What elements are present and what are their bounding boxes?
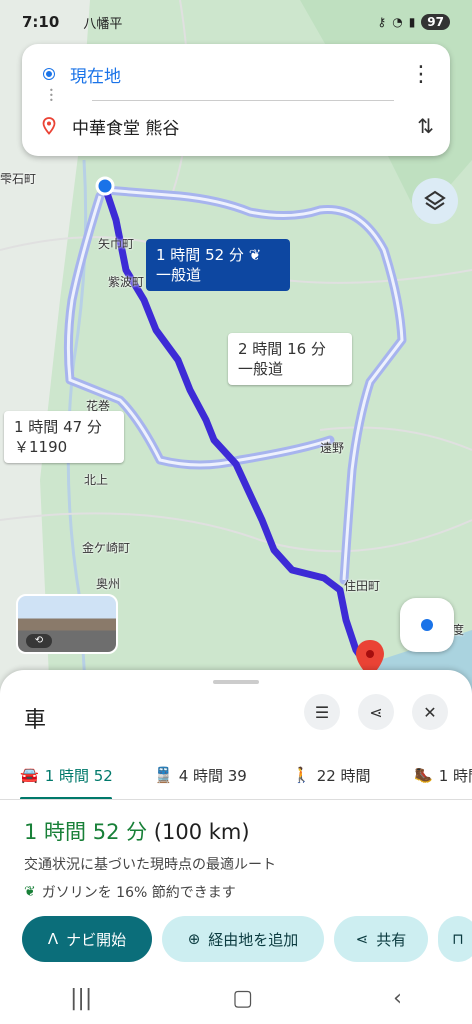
navigation-arrow-icon: Λ — [47, 930, 59, 948]
recent-apps-icon[interactable]: ||| — [70, 986, 92, 1011]
divider — [92, 100, 394, 101]
town-label: 紫波町 — [108, 275, 145, 289]
origin-marker — [95, 176, 115, 196]
town-label: 金ケ崎町 — [82, 541, 131, 555]
layers-icon — [424, 190, 446, 211]
more-options-icon[interactable]: ⋮ — [410, 62, 432, 87]
signal-icon: ▮ — [408, 15, 416, 29]
origin-row[interactable]: 現在地 ⋮ — [22, 52, 450, 96]
street-view-rotate-icon: ⟲ — [26, 634, 52, 648]
origin-input[interactable]: 現在地 — [70, 62, 121, 87]
add-stop-button[interactable]: ⊕ 経由地を追加 — [162, 916, 324, 962]
active-tab-indicator — [20, 797, 112, 799]
travel-mode-title: 車 — [24, 708, 47, 733]
hike-icon: 🥾 — [414, 766, 433, 784]
route-description: 交通状況に基づいた現時点の最適ルート — [24, 857, 276, 873]
share-icon: ⋖ — [369, 702, 383, 722]
save-button[interactable]: ⊓ — [438, 916, 472, 962]
drag-handle[interactable] — [213, 680, 259, 684]
route-summary: 1 時間 52 分 (100 km) — [24, 816, 250, 846]
status-location: 八幡平 — [83, 16, 123, 32]
destination-row[interactable]: 中華食堂 熊谷 ⇅ — [22, 104, 450, 148]
tab-transit[interactable]: 🚆 4 時間 39 — [154, 750, 247, 799]
connector-dots: • • • — [49, 86, 54, 105]
route-label-selected[interactable]: 1 時間 52 分 ❦ 一般道 — [146, 239, 290, 291]
add-location-icon: ⊕ — [187, 930, 201, 948]
layers-button[interactable] — [412, 178, 458, 224]
destination-input[interactable]: 中華食堂 熊谷 — [72, 114, 179, 139]
key-icon: ⚷ — [377, 15, 387, 29]
wifi-icon: ◔ — [392, 15, 403, 29]
start-navigation-button[interactable]: Λ ナビ開始 — [22, 916, 152, 962]
tab-car[interactable]: 🚘 1 時間 52 — [20, 750, 113, 799]
swap-icon[interactable]: ⇅ — [417, 114, 434, 138]
tab-label: 22 時間 — [316, 766, 371, 785]
town-label: 雫石町 — [0, 172, 37, 186]
share-button[interactable]: ⋖ 共有 — [334, 916, 428, 962]
home-icon[interactable]: ▢ — [232, 986, 253, 1011]
add-stop-label: 経由地を追加 — [208, 930, 299, 949]
route-toll: ￥1190 — [14, 438, 68, 456]
close-icon: ✕ — [423, 702, 437, 722]
sliders-icon: ☰ — [314, 702, 330, 722]
route-duration: 2 時間 16 分 — [238, 340, 326, 358]
eco-leaf-icon: ❦ — [248, 246, 262, 264]
system-navigation-bar: ||| ▢ ‹ — [0, 972, 472, 1024]
tab-hike[interactable]: 🥾 1 時間 — [414, 750, 472, 799]
status-time: 7:10 — [22, 13, 60, 31]
route-type: 一般道 — [238, 360, 284, 378]
tab-label: 4 時間 39 — [178, 766, 247, 785]
share-label: 共有 — [376, 930, 407, 949]
route-duration: 1 時間 47 分 — [14, 418, 102, 436]
eco-leaf-icon: ❦ — [24, 884, 36, 900]
share-icon-button[interactable]: ⋖ — [358, 694, 394, 730]
route-label-alt-west[interactable]: 1 時間 47 分 ￥1190 — [4, 411, 124, 463]
directions-card: 現在地 ⋮ • • • 中華食堂 熊谷 ⇅ — [22, 44, 450, 156]
car-icon: 🚘 — [20, 766, 39, 784]
summary-distance: (100 km) — [153, 820, 250, 844]
train-icon: 🚆 — [154, 766, 173, 784]
status-bar: 7:10 八幡平 ⚷ ◔ ▮ 97 — [0, 8, 472, 36]
town-label: 遠野 — [320, 441, 345, 455]
close-button[interactable]: ✕ — [412, 694, 448, 730]
street-view-thumbnail[interactable]: ⟲ — [16, 594, 118, 654]
route-type: 一般道 — [156, 266, 202, 284]
destination-pin-icon — [42, 117, 56, 135]
tab-label: 1 時間 52 — [44, 766, 113, 785]
route-options-button[interactable]: ☰ — [304, 694, 340, 730]
travel-mode-tabs: 🚘 1 時間 52 🚆 4 時間 39 🚶 22 時間 🥾 1 時間 — [0, 750, 472, 800]
town-label: 奥州 — [96, 577, 121, 591]
summary-duration: 1 時間 52 分 — [24, 820, 148, 844]
tab-label: 1 時間 — [438, 766, 472, 785]
action-chips: Λ ナビ開始 ⊕ 経由地を追加 ⋖ 共有 ⊓ — [22, 916, 472, 962]
town-label: 北上 — [84, 473, 109, 487]
route-label-alt-east[interactable]: 2 時間 16 分 一般道 — [228, 333, 352, 385]
walk-icon: 🚶 — [292, 766, 311, 784]
eco-info: ❦ ガソリンを 16% 節約できます — [24, 882, 236, 902]
route-duration: 1 時間 52 分 — [156, 246, 244, 264]
my-location-icon — [421, 619, 433, 631]
bottom-sheet: 車 ☰ ⋖ ✕ 🚘 1 時間 52 🚆 4 時間 39 🚶 22 時間 🥾 1 … — [0, 670, 472, 1024]
bookmark-icon: ⊓ — [452, 930, 464, 948]
share-icon: ⋖ — [355, 930, 369, 948]
town-label: 住田町 — [344, 579, 381, 593]
back-icon[interactable]: ‹ — [393, 986, 402, 1011]
my-location-button[interactable] — [400, 598, 454, 652]
origin-dot-icon — [44, 69, 54, 79]
start-navigation-label: ナビ開始 — [66, 930, 127, 949]
battery-indicator: 97 — [421, 14, 450, 30]
tab-walk[interactable]: 🚶 22 時間 — [292, 750, 371, 799]
town-label: 矢巾町 — [98, 237, 135, 251]
eco-text: ガソリンを 16% 節約できます — [41, 885, 236, 901]
